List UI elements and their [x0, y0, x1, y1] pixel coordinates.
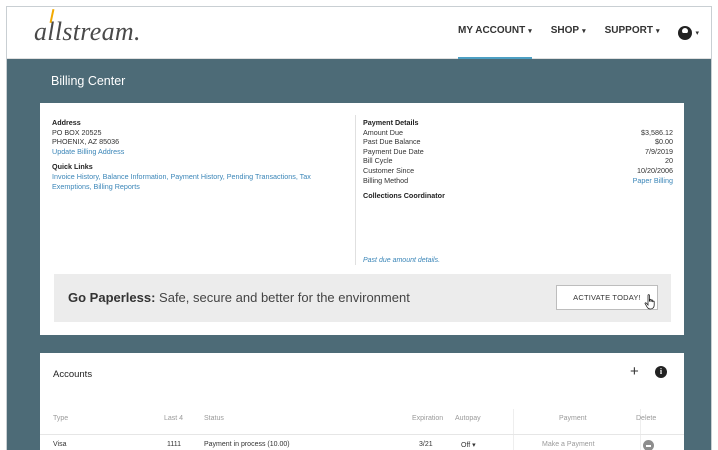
- page-title: Billing Center: [51, 74, 126, 88]
- app-window: allstream. MY ACCOUNT ▾ SHOP ▾ SUPPORT ▾ ▾ …: [6, 6, 712, 450]
- detail-label: Past Due Balance: [363, 137, 421, 147]
- detail-value: $3,586.12: [641, 127, 673, 137]
- column-header-status: Status: [204, 415, 224, 422]
- address-section: Address PO BOX 20525 PHOENIX, AZ 85036 U…: [52, 118, 352, 191]
- chevron-down-icon: ▾: [695, 30, 699, 37]
- quick-links-label: Quick Links: [52, 162, 93, 172]
- column-header-last4: Last 4: [164, 415, 184, 422]
- allstream-logo[interactable]: allstream.: [34, 8, 141, 47]
- main-nav: MY ACCOUNT ▾ SHOP ▾ SUPPORT ▾ ▾: [458, 25, 711, 59]
- detail-row: Billing Method Paper Billing: [363, 176, 673, 186]
- column-header-expiration: Expiration: [412, 415, 444, 422]
- billing-method-link[interactable]: Paper Billing: [633, 176, 673, 186]
- address-line2: PHOENIX, AZ 85036: [52, 137, 120, 147]
- detail-row: Customer Since 10/20/2006: [363, 166, 673, 176]
- paperless-heading: Go Paperless:: [68, 290, 156, 305]
- detail-value: 20: [665, 156, 673, 166]
- make-payment-button[interactable]: Make a Payment: [542, 441, 595, 448]
- paperless-banner: Go Paperless: Safe, secure and better fo…: [54, 274, 671, 322]
- detail-value: $0.00: [655, 137, 673, 147]
- nav-my-account[interactable]: MY ACCOUNT ▾: [458, 25, 532, 59]
- update-billing-address-link[interactable]: Update Billing Address: [52, 147, 352, 157]
- nav-shop[interactable]: SHOP ▾: [551, 25, 586, 59]
- detail-row: Bill Cycle 20: [363, 156, 673, 166]
- detail-value: 10/20/2006: [637, 165, 673, 175]
- quick-links[interactable]: Invoice History, Balance Information, Pa…: [52, 172, 352, 191]
- nav-support-label: SUPPORT: [604, 25, 653, 36]
- row-expiration: 3/21: [419, 441, 433, 448]
- detail-label: Bill Cycle: [363, 156, 393, 166]
- detail-row: Amount Due $3,586.12: [363, 128, 673, 138]
- column-header-delete: Delete: [636, 415, 657, 422]
- chevron-down-icon: ▾: [655, 28, 660, 35]
- table-header-rule: [40, 434, 684, 435]
- column-header-autopay: Autopay: [455, 415, 481, 422]
- add-icon[interactable]: +: [630, 364, 639, 379]
- column-header-type: Type: [53, 415, 69, 422]
- address-label: Address: [52, 118, 81, 127]
- activate-today-button[interactable]: ACTIVATE TODAY!: [556, 285, 658, 310]
- info-icon[interactable]: i: [655, 366, 667, 378]
- detail-row: Past Due Balance $0.00: [363, 137, 673, 147]
- chevron-down-icon: ▾: [582, 28, 586, 35]
- detail-value: 7/9/2019: [645, 146, 673, 156]
- detail-label: Customer Since: [363, 165, 415, 175]
- autopay-select[interactable]: Off ▾: [461, 441, 476, 449]
- payment-details-section: Payment Details Amount Due $3,586.12 Pas…: [363, 118, 673, 201]
- column-divider: [355, 115, 356, 265]
- delete-icon[interactable]: [643, 440, 654, 450]
- paperless-text: Safe, secure and better for the environm…: [155, 290, 410, 305]
- nav-my-account-label: MY ACCOUNT: [458, 25, 526, 36]
- hand-cursor-icon: [644, 294, 655, 310]
- detail-label: Payment Due Date: [363, 146, 424, 156]
- chevron-down-icon: ▾: [528, 28, 532, 35]
- address-line1: PO BOX 20525: [52, 127, 102, 137]
- row-last4: 1111: [167, 441, 182, 448]
- payment-details-label: Payment Details: [363, 118, 419, 127]
- row-type: Visa: [53, 441, 67, 448]
- column-separator: [513, 409, 514, 450]
- nav-support[interactable]: SUPPORT ▾: [605, 25, 660, 59]
- top-header: allstream. MY ACCOUNT ▾ SHOP ▾ SUPPORT ▾ ▾: [7, 7, 711, 59]
- paperless-message: Go Paperless: Safe, secure and better fo…: [68, 290, 410, 305]
- user-icon: [678, 26, 693, 40]
- row-status: Payment in process (10.00): [204, 441, 290, 448]
- past-due-details-link[interactable]: Past due amount details.: [363, 257, 440, 264]
- detail-row: Payment Due Date 7/9/2019: [363, 147, 673, 157]
- user-menu[interactable]: ▾: [678, 25, 699, 41]
- autopay-value: Off: [461, 442, 471, 449]
- column-header-payment: Payment: [559, 415, 587, 422]
- accounts-title: Accounts: [53, 369, 93, 380]
- billing-panel: Address PO BOX 20525 PHOENIX, AZ 85036 U…: [40, 103, 684, 335]
- detail-label: Billing Method: [363, 175, 409, 185]
- collections-coordinator-label: Collections Coordinator: [363, 191, 445, 201]
- detail-label: Amount Due: [363, 127, 403, 137]
- accounts-panel: Accounts + i Type Last 4 Status Expirati…: [40, 353, 684, 450]
- nav-shop-label: SHOP: [550, 25, 580, 36]
- chevron-down-icon: ▾: [470, 442, 476, 449]
